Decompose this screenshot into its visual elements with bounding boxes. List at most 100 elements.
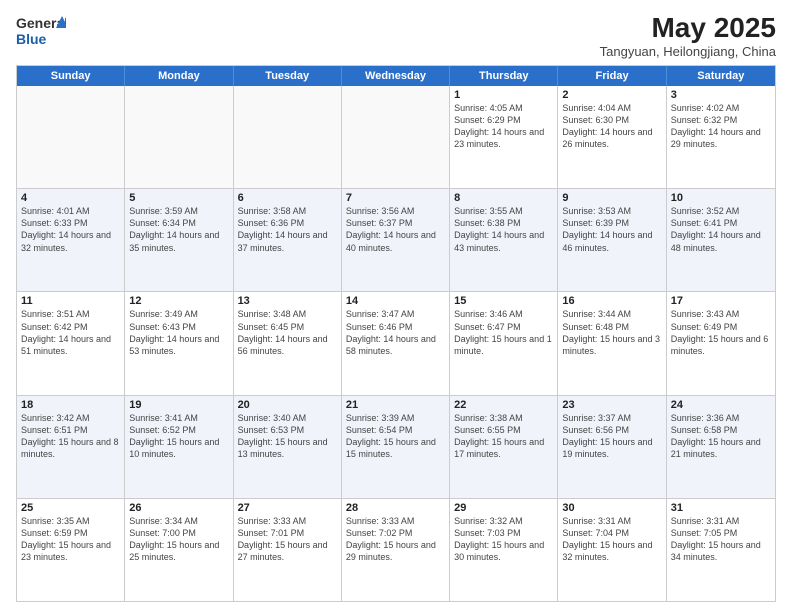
day-cell-28: 28Sunrise: 3:33 AM Sunset: 7:02 PM Dayli… [342,499,450,601]
day-info: Sunrise: 3:41 AM Sunset: 6:52 PM Dayligh… [129,412,228,461]
title-block: May 2025 Tangyuan, Heilongjiang, China [600,12,776,59]
day-info: Sunrise: 3:31 AM Sunset: 7:04 PM Dayligh… [562,515,661,564]
day-cell-14: 14Sunrise: 3:47 AM Sunset: 6:46 PM Dayli… [342,292,450,394]
day-number: 12 [129,295,228,307]
day-number: 27 [238,502,337,514]
day-info: Sunrise: 4:05 AM Sunset: 6:29 PM Dayligh… [454,102,553,151]
day-number: 21 [346,399,445,411]
day-info: Sunrise: 3:51 AM Sunset: 6:42 PM Dayligh… [21,308,120,357]
day-header-tuesday: Tuesday [234,66,342,86]
day-number: 5 [129,192,228,204]
day-info: Sunrise: 4:01 AM Sunset: 6:33 PM Dayligh… [21,205,120,254]
day-cell-15: 15Sunrise: 3:46 AM Sunset: 6:47 PM Dayli… [450,292,558,394]
day-info: Sunrise: 3:56 AM Sunset: 6:37 PM Dayligh… [346,205,445,254]
day-number: 18 [21,399,120,411]
day-cell-26: 26Sunrise: 3:34 AM Sunset: 7:00 PM Dayli… [125,499,233,601]
day-number: 9 [562,192,661,204]
week-row-3: 11Sunrise: 3:51 AM Sunset: 6:42 PM Dayli… [17,292,775,395]
day-info: Sunrise: 3:39 AM Sunset: 6:54 PM Dayligh… [346,412,445,461]
location: Tangyuan, Heilongjiang, China [600,44,776,59]
day-number: 8 [454,192,553,204]
day-info: Sunrise: 3:38 AM Sunset: 6:55 PM Dayligh… [454,412,553,461]
day-cell-12: 12Sunrise: 3:49 AM Sunset: 6:43 PM Dayli… [125,292,233,394]
day-cell-empty [234,86,342,188]
day-number: 10 [671,192,771,204]
day-header-saturday: Saturday [667,66,775,86]
month-year: May 2025 [600,12,776,44]
day-info: Sunrise: 3:43 AM Sunset: 6:49 PM Dayligh… [671,308,771,357]
day-number: 22 [454,399,553,411]
day-number: 20 [238,399,337,411]
day-info: Sunrise: 3:53 AM Sunset: 6:39 PM Dayligh… [562,205,661,254]
day-info: Sunrise: 3:37 AM Sunset: 6:56 PM Dayligh… [562,412,661,461]
day-cell-7: 7Sunrise: 3:56 AM Sunset: 6:37 PM Daylig… [342,189,450,291]
day-info: Sunrise: 3:33 AM Sunset: 7:02 PM Dayligh… [346,515,445,564]
day-number: 4 [21,192,120,204]
day-cell-30: 30Sunrise: 3:31 AM Sunset: 7:04 PM Dayli… [558,499,666,601]
day-cell-2: 2Sunrise: 4:04 AM Sunset: 6:30 PM Daylig… [558,86,666,188]
day-cell-31: 31Sunrise: 3:31 AM Sunset: 7:05 PM Dayli… [667,499,775,601]
day-cell-3: 3Sunrise: 4:02 AM Sunset: 6:32 PM Daylig… [667,86,775,188]
day-number: 15 [454,295,553,307]
day-cell-empty [342,86,450,188]
day-cell-empty [125,86,233,188]
day-info: Sunrise: 3:58 AM Sunset: 6:36 PM Dayligh… [238,205,337,254]
logo: General Blue [16,12,66,48]
day-info: Sunrise: 3:42 AM Sunset: 6:51 PM Dayligh… [21,412,120,461]
day-info: Sunrise: 3:32 AM Sunset: 7:03 PM Dayligh… [454,515,553,564]
day-info: Sunrise: 4:02 AM Sunset: 6:32 PM Dayligh… [671,102,771,151]
day-number: 19 [129,399,228,411]
day-cell-29: 29Sunrise: 3:32 AM Sunset: 7:03 PM Dayli… [450,499,558,601]
day-cell-6: 6Sunrise: 3:58 AM Sunset: 6:36 PM Daylig… [234,189,342,291]
day-number: 3 [671,89,771,101]
day-cell-27: 27Sunrise: 3:33 AM Sunset: 7:01 PM Dayli… [234,499,342,601]
day-cell-8: 8Sunrise: 3:55 AM Sunset: 6:38 PM Daylig… [450,189,558,291]
day-number: 6 [238,192,337,204]
day-info: Sunrise: 3:44 AM Sunset: 6:48 PM Dayligh… [562,308,661,357]
day-cell-4: 4Sunrise: 4:01 AM Sunset: 6:33 PM Daylig… [17,189,125,291]
day-info: Sunrise: 4:04 AM Sunset: 6:30 PM Dayligh… [562,102,661,151]
day-info: Sunrise: 3:52 AM Sunset: 6:41 PM Dayligh… [671,205,771,254]
day-info: Sunrise: 3:48 AM Sunset: 6:45 PM Dayligh… [238,308,337,357]
day-header-monday: Monday [125,66,233,86]
day-number: 29 [454,502,553,514]
day-cell-24: 24Sunrise: 3:36 AM Sunset: 6:58 PM Dayli… [667,396,775,498]
week-row-5: 25Sunrise: 3:35 AM Sunset: 6:59 PM Dayli… [17,499,775,601]
day-number: 30 [562,502,661,514]
day-cell-11: 11Sunrise: 3:51 AM Sunset: 6:42 PM Dayli… [17,292,125,394]
day-number: 2 [562,89,661,101]
day-number: 25 [21,502,120,514]
day-info: Sunrise: 3:36 AM Sunset: 6:58 PM Dayligh… [671,412,771,461]
day-info: Sunrise: 3:34 AM Sunset: 7:00 PM Dayligh… [129,515,228,564]
logo-svg: General Blue [16,12,66,48]
week-row-1: 1Sunrise: 4:05 AM Sunset: 6:29 PM Daylig… [17,86,775,189]
day-cell-19: 19Sunrise: 3:41 AM Sunset: 6:52 PM Dayli… [125,396,233,498]
day-cell-23: 23Sunrise: 3:37 AM Sunset: 6:56 PM Dayli… [558,396,666,498]
day-info: Sunrise: 3:31 AM Sunset: 7:05 PM Dayligh… [671,515,771,564]
svg-text:Blue: Blue [16,31,47,47]
day-number: 26 [129,502,228,514]
header: General Blue May 2025 Tangyuan, Heilongj… [16,12,776,59]
day-info: Sunrise: 3:49 AM Sunset: 6:43 PM Dayligh… [129,308,228,357]
day-cell-25: 25Sunrise: 3:35 AM Sunset: 6:59 PM Dayli… [17,499,125,601]
day-number: 11 [21,295,120,307]
day-number: 13 [238,295,337,307]
day-number: 28 [346,502,445,514]
day-cell-empty [17,86,125,188]
day-number: 23 [562,399,661,411]
day-cell-21: 21Sunrise: 3:39 AM Sunset: 6:54 PM Dayli… [342,396,450,498]
day-info: Sunrise: 3:33 AM Sunset: 7:01 PM Dayligh… [238,515,337,564]
day-info: Sunrise: 3:55 AM Sunset: 6:38 PM Dayligh… [454,205,553,254]
day-info: Sunrise: 3:47 AM Sunset: 6:46 PM Dayligh… [346,308,445,357]
day-cell-5: 5Sunrise: 3:59 AM Sunset: 6:34 PM Daylig… [125,189,233,291]
day-number: 31 [671,502,771,514]
day-cell-22: 22Sunrise: 3:38 AM Sunset: 6:55 PM Dayli… [450,396,558,498]
day-number: 1 [454,89,553,101]
day-header-friday: Friday [558,66,666,86]
day-cell-17: 17Sunrise: 3:43 AM Sunset: 6:49 PM Dayli… [667,292,775,394]
day-cell-18: 18Sunrise: 3:42 AM Sunset: 6:51 PM Dayli… [17,396,125,498]
day-cell-20: 20Sunrise: 3:40 AM Sunset: 6:53 PM Dayli… [234,396,342,498]
day-header-sunday: Sunday [17,66,125,86]
day-number: 16 [562,295,661,307]
weeks: 1Sunrise: 4:05 AM Sunset: 6:29 PM Daylig… [17,86,775,601]
